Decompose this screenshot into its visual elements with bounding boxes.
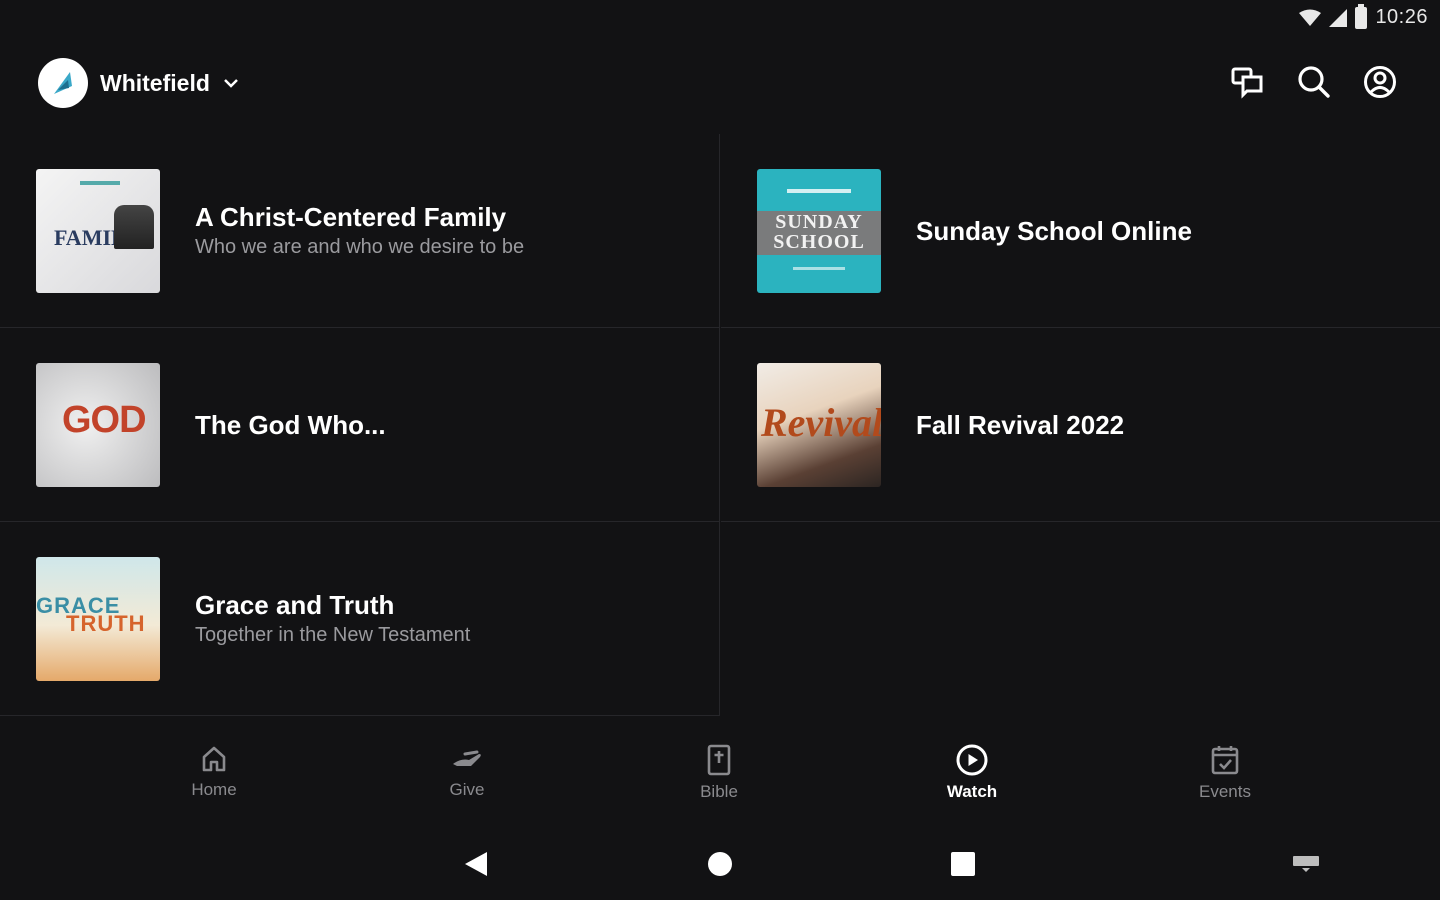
series-item[interactable]: FAMILY A Christ-Centered Family Who we a… [0, 134, 720, 328]
status-indicators: 10:26 [1299, 3, 1428, 29]
home-circle-icon [708, 852, 732, 876]
nav-label: Events [1199, 782, 1251, 801]
series-thumbnail: Revival [757, 362, 881, 487]
series-item[interactable]: Revival Fall Revival 2022 [721, 328, 1440, 522]
messages-button[interactable] [1230, 64, 1266, 100]
series-subtitle: Together in the New Testament [195, 623, 471, 646]
signal-icon [1329, 8, 1348, 27]
nav-events[interactable]: Events [1155, 744, 1295, 802]
recents-square-icon [951, 852, 975, 876]
nav-bible[interactable]: Bible [649, 744, 789, 802]
nav-give[interactable]: Give [397, 744, 537, 800]
series-title: The God Who... [195, 409, 386, 440]
series-thumbnail: GRACE TRUTH [36, 556, 160, 681]
system-keyboard-button[interactable] [1290, 848, 1322, 880]
series-title: Grace and Truth [195, 589, 395, 620]
nav-home[interactable]: Home [144, 744, 284, 800]
chevron-down-icon [224, 79, 238, 88]
nav-label: Bible [700, 782, 738, 801]
series-thumbnail: FAMILY [36, 168, 160, 293]
header-actions [1230, 64, 1398, 100]
org-logo [38, 58, 88, 108]
series-title: Fall Revival 2022 [916, 409, 1125, 440]
status-bar: 10:26 [0, 0, 1440, 40]
series-text: A Christ-Centered Family Who we are and … [195, 201, 524, 261]
system-recents-button[interactable] [947, 848, 979, 880]
give-icon [453, 750, 481, 766]
series-thumbnail: SUNDAY SCHOOL [757, 168, 881, 293]
profile-button[interactable] [1362, 64, 1398, 100]
series-title: A Christ-Centered Family [195, 201, 507, 232]
nav-label: Home [191, 780, 237, 799]
thumbnail-text: TRUTH [66, 610, 146, 636]
back-triangle-icon [465, 852, 487, 876]
search-button[interactable] [1296, 64, 1332, 100]
series-thumbnail: GOD [36, 362, 160, 487]
system-back-button[interactable] [460, 848, 492, 880]
thumbnail-text: Revival [761, 399, 881, 445]
series-text: Grace and Truth Together in the New Test… [195, 589, 470, 649]
series-text: Fall Revival 2022 [916, 409, 1124, 441]
system-navigation-bar [0, 840, 1440, 890]
play-circle-icon [956, 744, 988, 776]
battery-icon [1355, 3, 1368, 29]
series-item[interactable]: GRACE TRUTH Grace and Truth Together in … [0, 522, 720, 716]
wifi-icon [1299, 9, 1322, 26]
bible-icon [707, 744, 731, 776]
series-grid: FAMILY A Christ-Centered Family Who we a… [0, 134, 1440, 716]
nav-label: Give [449, 780, 485, 799]
series-title: Sunday School Online [916, 215, 1192, 246]
series-text: Sunday School Online [916, 215, 1192, 247]
org-name: Whitefield [100, 69, 210, 96]
series-item[interactable]: SUNDAY SCHOOL Sunday School Online [721, 134, 1440, 328]
series-item[interactable]: GOD The God Who... [0, 328, 720, 522]
home-icon [202, 746, 226, 772]
series-text: The God Who... [195, 409, 386, 441]
church-logo-icon [54, 72, 72, 94]
nav-watch[interactable]: Watch [902, 744, 1042, 802]
thumbnail-text: GOD [62, 398, 147, 441]
keyboard-icon [1293, 856, 1319, 872]
nav-label: Watch [946, 782, 998, 801]
series-subtitle: Who we are and who we desire to be [195, 235, 525, 258]
account-circle-icon [1364, 66, 1396, 98]
calendar-check-icon [1211, 746, 1239, 775]
bottom-navigation: Home Give Bible Watch Events [0, 744, 1440, 830]
system-home-button[interactable] [704, 848, 736, 880]
thumbnail-text: SCHOOL [773, 230, 865, 253]
app-header: Whitefield [0, 56, 1440, 116]
status-time: 10:26 [1375, 6, 1428, 28]
search-icon [1298, 66, 1330, 98]
chat-icon [1231, 67, 1263, 99]
org-switcher[interactable]: Whitefield [38, 58, 240, 108]
